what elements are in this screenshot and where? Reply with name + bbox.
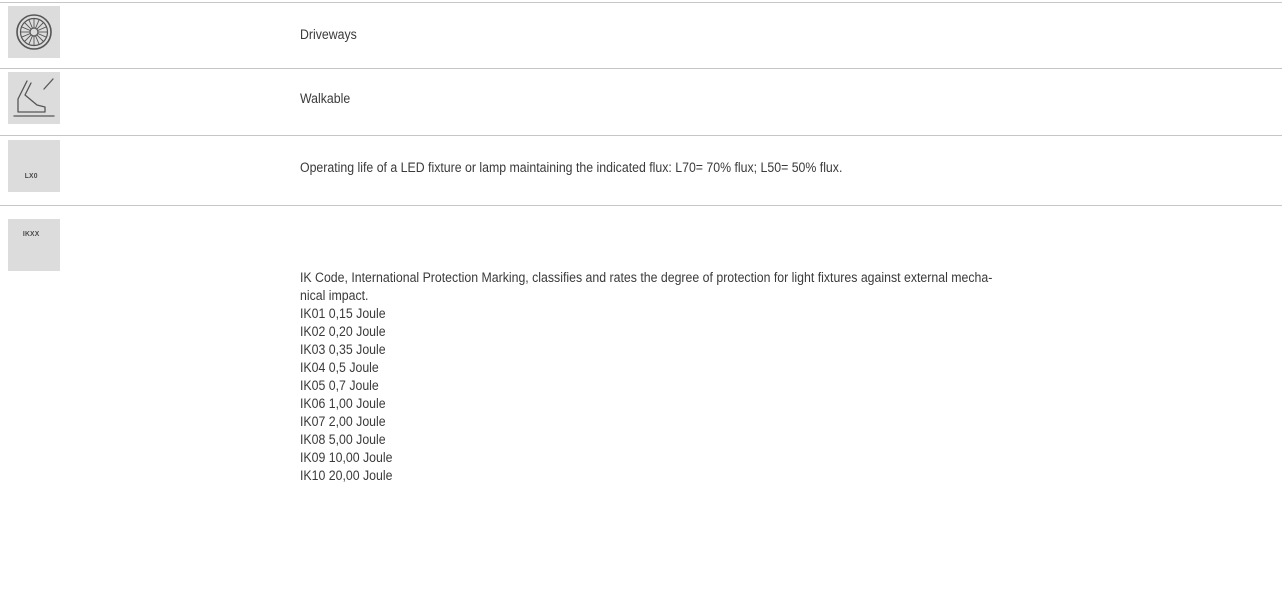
ik-rating-item: IK04 0,5 Joule bbox=[300, 360, 379, 375]
ik-rating-item: IK03 0,35 Joule bbox=[300, 342, 386, 357]
ik-rating-item: IK09 10,00 Joule bbox=[300, 450, 393, 465]
walkable-foot-icon bbox=[8, 72, 60, 124]
legend-row-walkable: Walkable bbox=[0, 70, 1282, 132]
icon-code-label: LX0 bbox=[24, 171, 38, 180]
icon-code-label: IKXX bbox=[22, 229, 40, 238]
legend-text-ikxx: IK Code, International Protection Markin… bbox=[300, 269, 992, 485]
divider bbox=[0, 135, 1282, 136]
driveway-wheel-icon bbox=[8, 6, 60, 58]
ikxx-code-icon: IKXX bbox=[8, 219, 60, 271]
divider bbox=[0, 205, 1282, 206]
ik-rating-item: IK02 0,20 Joule bbox=[300, 324, 386, 339]
ik-ratings-list: IK01 0,15 Joule IK02 0,20 Joule IK03 0,3… bbox=[300, 305, 992, 485]
ik-rating-item: IK06 1,00 Joule bbox=[300, 396, 386, 411]
ik-description-line-1: IK Code, International Protection Markin… bbox=[300, 270, 993, 285]
legend-row-lx0: LX0 Operating life of a LED fixture or l… bbox=[0, 137, 1282, 203]
legend-row-driveways: Driveways bbox=[0, 4, 1282, 68]
ik-rating-item: IK05 0,7 Joule bbox=[300, 378, 379, 393]
ik-rating-item: IK01 0,15 Joule bbox=[300, 306, 386, 321]
legend-text-walkable: Walkable bbox=[300, 91, 351, 106]
ik-rating-item: IK08 5,00 Joule bbox=[300, 432, 386, 447]
lx0-code-icon: LX0 bbox=[8, 140, 60, 192]
divider bbox=[0, 68, 1282, 69]
divider bbox=[0, 2, 1282, 3]
legend-row-ikxx: IKXX IK Code, International Protection M… bbox=[0, 207, 1282, 595]
ik-description-line-2: nical impact. bbox=[300, 288, 369, 303]
ik-rating-item: IK10 20,00 Joule bbox=[300, 468, 393, 483]
legend-text-lx0: Operating life of a LED fixture or lamp … bbox=[300, 160, 843, 175]
legend-text-driveways: Driveways bbox=[300, 27, 357, 42]
ik-rating-item: IK07 2,00 Joule bbox=[300, 414, 386, 429]
